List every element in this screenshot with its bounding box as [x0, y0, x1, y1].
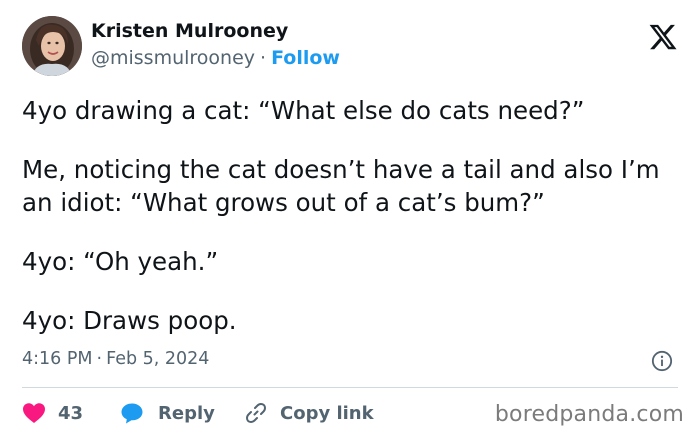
tweet-paragraph: 4yo: Draws poop. — [22, 306, 237, 335]
reply-label: Reply — [158, 402, 215, 424]
author-name[interactable]: Kristen Mulrooney — [91, 20, 288, 42]
tweet-date: Feb 5, 2024 — [106, 349, 210, 369]
tweet-time: 4:16 PM — [22, 349, 93, 369]
tweet-text: 4yo drawing a cat: “What else do cats ne… — [22, 94, 682, 363]
tweet-header: Kristen Mulrooney @missmulrooney · Follow — [22, 16, 682, 80]
copy-link-label: Copy link — [280, 402, 374, 424]
tweet-paragraph: Me, noticing the cat doesn’t have a tail… — [22, 155, 660, 217]
watermark: boredpanda.com — [494, 402, 684, 427]
tweet-timestamp[interactable]: 4:16 PM · Feb 5, 2024 — [22, 349, 209, 369]
timestamp-separator: · — [96, 349, 103, 369]
follow-button[interactable]: Follow — [271, 47, 340, 69]
author-handle-line: @missmulrooney · Follow — [91, 47, 340, 69]
divider — [22, 387, 678, 388]
reply-button[interactable]: Reply — [120, 398, 215, 428]
like-button[interactable]: 43 — [22, 398, 83, 428]
info-icon[interactable] — [651, 350, 673, 372]
link-icon — [246, 403, 266, 423]
tweet-card: Kristen Mulrooney @missmulrooney · Follow … — [0, 0, 700, 440]
reply-bubble-icon — [121, 403, 143, 424]
author-handle[interactable]: @missmulrooney — [91, 47, 255, 69]
copy-link-button[interactable]: Copy link — [244, 398, 374, 428]
avatar[interactable] — [22, 16, 82, 76]
heart-icon — [23, 403, 45, 423]
x-logo-icon[interactable] — [648, 22, 678, 52]
tweet-paragraph: 4yo drawing a cat: “What else do cats ne… — [22, 96, 585, 125]
separator-dot: · — [260, 47, 267, 69]
like-count: 43 — [58, 402, 84, 424]
avatar-image — [22, 16, 82, 76]
tweet-paragraph: 4yo: “Oh yeah.” — [22, 247, 219, 276]
